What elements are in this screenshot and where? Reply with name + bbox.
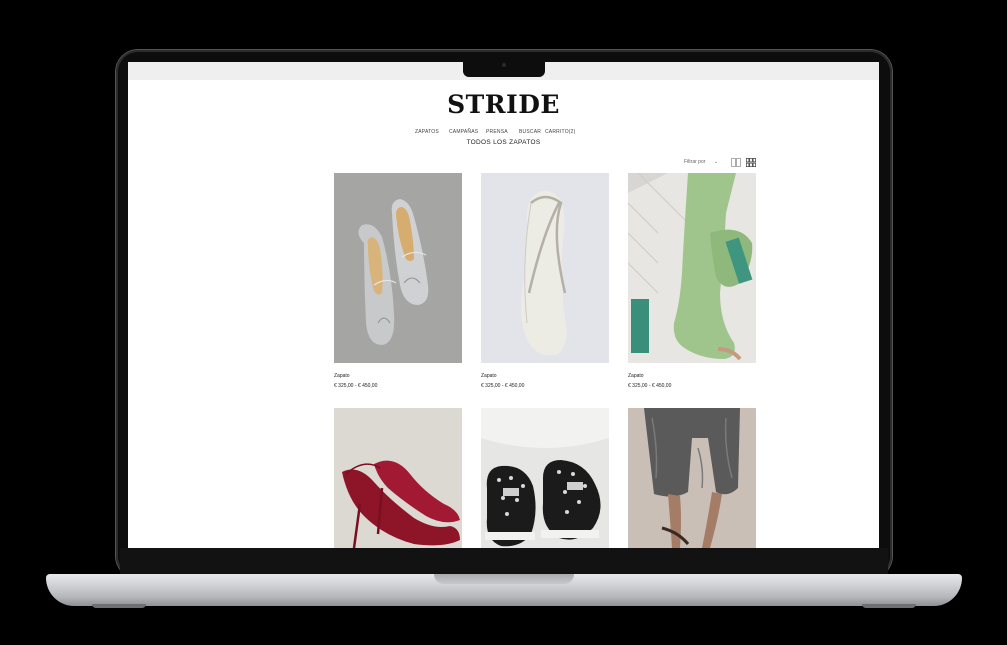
product-card[interactable]: Zapato € 325,00 - € 450,00 xyxy=(481,173,609,389)
product-image-denim-look[interactable] xyxy=(628,408,756,548)
product-image-red-slingbacks[interactable] xyxy=(334,408,462,548)
product-card[interactable] xyxy=(628,408,756,548)
laptop-opening-notch xyxy=(434,574,574,584)
grid-2-icon[interactable] xyxy=(731,158,741,167)
camera-icon xyxy=(502,63,506,67)
product-name[interactable]: Zapato xyxy=(628,373,756,379)
product-price: € 325,00 - € 450,00 xyxy=(481,383,525,389)
product-name[interactable]: Zapato xyxy=(481,373,609,379)
laptop-foot xyxy=(92,604,146,608)
product-card[interactable]: Zapato € 325,00 - € 450,00 xyxy=(334,173,462,389)
product-price: € 325,00 - € 450,00 xyxy=(628,383,672,389)
product-price: € 325,00 - € 450,00 xyxy=(334,383,378,389)
laptop-screen: STRIDE ZAPATOS CAMPAÑAS PRENSA BUSCAR CA… xyxy=(128,62,879,548)
chevron-down-icon[interactable]: ⌄ xyxy=(714,159,718,165)
grid-3-icon[interactable] xyxy=(746,158,756,167)
nav-item-campanas[interactable]: CAMPAÑAS xyxy=(449,129,478,135)
subnav-all-shoes[interactable]: TODOS LOS ZAPATOS xyxy=(128,139,879,146)
nav-item-prensa[interactable]: PRENSA xyxy=(486,129,508,135)
product-card[interactable] xyxy=(481,408,609,548)
nav-item-buscar[interactable]: BUSCAR xyxy=(519,129,541,135)
product-card[interactable] xyxy=(334,408,462,548)
nav-item-zapatos[interactable]: ZAPATOS xyxy=(415,129,439,135)
product-image-white-sandal[interactable] xyxy=(481,173,609,363)
product-image-silver-flats[interactable] xyxy=(334,173,462,363)
product-name[interactable]: Zapato xyxy=(334,373,462,379)
laptop-bezel xyxy=(120,548,888,574)
laptop-foot xyxy=(862,604,916,608)
filter-dropdown[interactable]: Filtrar por xyxy=(684,159,705,165)
product-image-green-boots[interactable] xyxy=(628,173,756,363)
main-nav: ZAPATOS CAMPAÑAS PRENSA BUSCAR CARRITO(2… xyxy=(128,129,879,139)
nav-item-carrito[interactable]: CARRITO(2) xyxy=(545,129,576,135)
product-card[interactable]: Zapato € 325,00 - € 450,00 xyxy=(628,173,756,389)
product-image-studded-clogs[interactable] xyxy=(481,408,609,548)
site-logo[interactable]: STRIDE xyxy=(128,90,879,119)
